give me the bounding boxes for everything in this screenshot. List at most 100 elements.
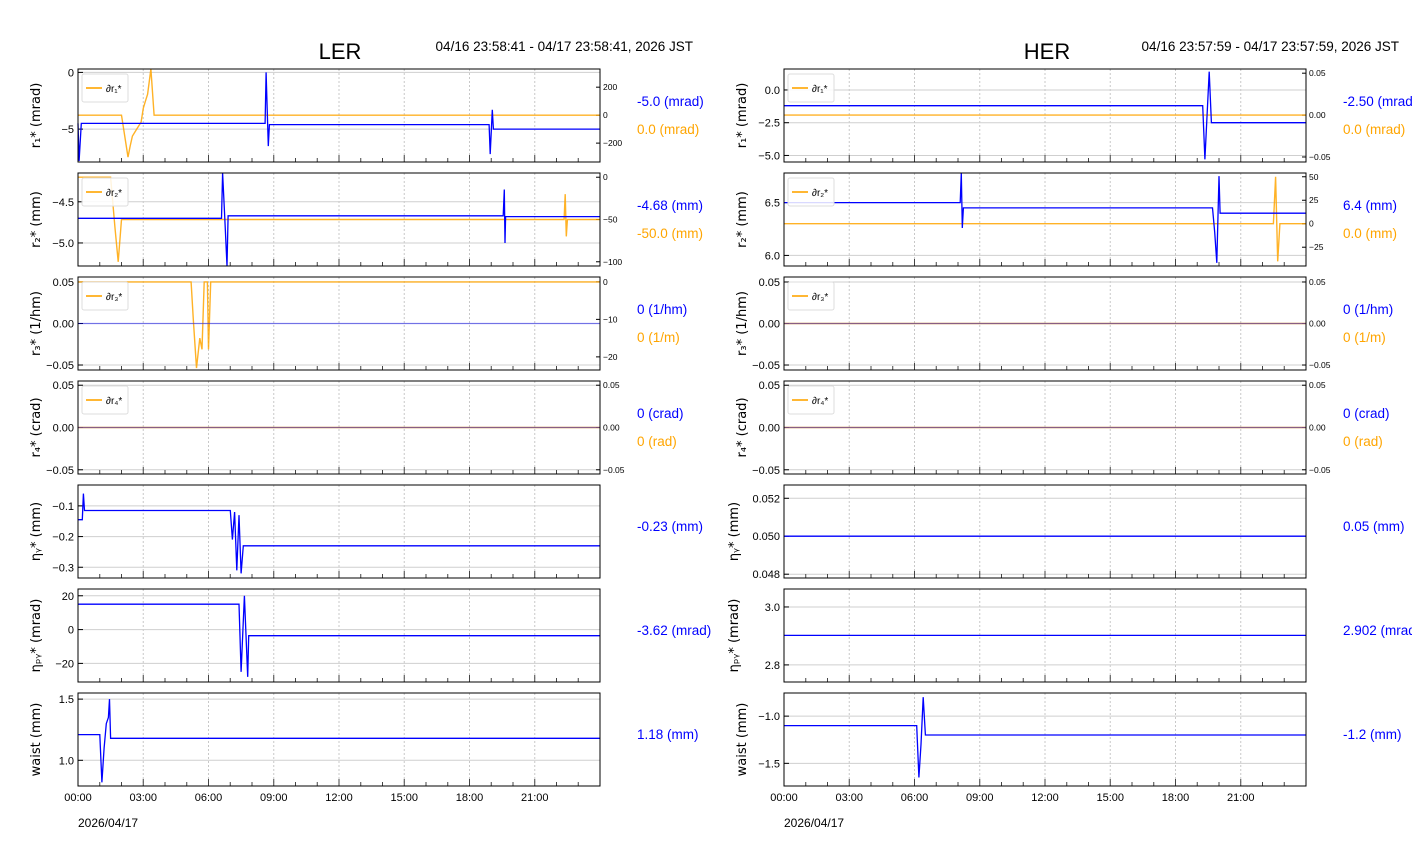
y2-tick-label: −200 xyxy=(603,138,622,148)
y2-tick-label: 0.00 xyxy=(1309,319,1326,329)
y2-tick-label: 0.05 xyxy=(1309,68,1326,78)
x-tick-label: 15:00 xyxy=(1096,792,1124,804)
y-tick-label: −0.05 xyxy=(46,465,74,477)
panel-6: 2.8 3.0 ηₚᵧ* (mrad) 2.902 (mrad) xyxy=(727,588,1412,683)
x-tick-label: 00:00 xyxy=(770,792,798,804)
y2-tick-label: −20 xyxy=(603,352,618,362)
panel-2: −5.0 −4.5 −100 −50 0 ∂r₂* r₂* (mm) -4.68 (mm) -5… xyxy=(29,172,703,267)
y-tick-label: 1.0 xyxy=(59,755,74,767)
x-tick-label: 21:00 xyxy=(521,792,549,804)
y-tick-label: 0.05 xyxy=(759,380,780,392)
current-value-readout: 0 (crad) xyxy=(637,406,684,421)
y2-tick-label: 25 xyxy=(1309,195,1319,205)
panel-5: −0.3 −0.2 −0.1 ηᵧ* (mm) -0.23 (mm) xyxy=(29,484,703,579)
y-axis-label: waist (mm) xyxy=(735,703,750,777)
delta-value-readout: 0.0 (mrad) xyxy=(637,122,699,137)
panel-2: 6.0 6.5 −25 0 25 50 ∂r₂* r₂* (mm) 6.4 (mm) 0.0 (m… xyxy=(735,172,1397,267)
y-axis-label: r₃* (1/hm) xyxy=(29,291,44,356)
legend-label: ∂r₄* xyxy=(106,396,122,407)
y-tick-label: −0.1 xyxy=(52,501,74,513)
y-tick-label: 0.0 xyxy=(765,85,780,97)
legend: ∂r₄* xyxy=(787,385,835,415)
legend: ∂r₄* xyxy=(81,385,129,415)
series-blue-line xyxy=(78,595,600,677)
x-tick-label: 12:00 xyxy=(1031,792,1059,804)
y-tick-label: 1.5 xyxy=(59,694,74,706)
delta-value-readout: -50.0 (mm) xyxy=(637,226,703,241)
current-value-readout: -3.62 (mrad) xyxy=(637,623,711,638)
legend: ∂r₂* xyxy=(787,177,835,207)
ler-figure: LER 04/16 23:58:41 - 04/17 23:58:41, 2026… xyxy=(29,39,711,830)
y2-tick-label: 0.00 xyxy=(603,423,620,433)
delta-value-readout: 0 (1/m) xyxy=(637,330,680,345)
y-tick-label: 3.0 xyxy=(765,602,780,614)
legend: ∂r₃* xyxy=(787,281,835,311)
panel-1: −5.0 −2.5 0.0 −0.05 0.00 0.05 ∂r₁* r₁* (mrad) -2… xyxy=(735,68,1412,163)
y2-tick-label: −100 xyxy=(603,257,622,267)
panel-4: −0.05 0.00 0.05 −0.05 0.00 0.05 ∂r₄* r₄* (crad)… xyxy=(29,380,684,477)
y2-tick-label: −10 xyxy=(603,314,618,324)
panel-4: −0.05 0.00 0.05 −0.05 0.00 0.05 ∂r₄* r₄* (crad)… xyxy=(735,380,1390,477)
y2-tick-label: 0 xyxy=(603,277,608,287)
y2-tick-label: 0.00 xyxy=(1309,110,1326,120)
y2-tick-label: 0.05 xyxy=(603,380,620,390)
delta-value-readout: 0 (rad) xyxy=(637,434,677,449)
y2-tick-label: 0.05 xyxy=(1309,277,1326,287)
y-axis-label: r₁* (mrad) xyxy=(735,83,750,149)
y-tick-label: 0.05 xyxy=(759,277,780,289)
y-tick-label: 0.00 xyxy=(759,319,780,331)
y2-tick-label: 0.05 xyxy=(1309,380,1326,390)
y-axis-label: ηᵧ* (mm) xyxy=(727,502,742,561)
panel-3: −0.05 0.00 0.05 −0.05 0.00 0.05 ∂r₃* r₃* (1/hm)… xyxy=(735,276,1393,372)
panel-7: 1.0 1.5 waist (mm) 1.18 (mm) 00:00 03:00 06:00… xyxy=(29,692,699,830)
her-figure: HER 04/16 23:57:59 - 04/17 23:57:59, 2026… xyxy=(727,39,1412,830)
x-tick-label: 15:00 xyxy=(390,792,418,804)
y-tick-label: 2.8 xyxy=(765,660,780,672)
x-tick-label: 03:00 xyxy=(835,792,863,804)
y-tick-label: 0 xyxy=(68,67,74,79)
panel-7: −1.5 −1.0 waist (mm) -1.2 (mm) 00:00 03:00 06:… xyxy=(735,692,1402,830)
y-tick-label: −20 xyxy=(55,658,74,670)
y-tick-label: −1.0 xyxy=(758,711,780,723)
legend-label: ∂r₃* xyxy=(812,292,828,303)
y2-tick-label: 0 xyxy=(603,172,608,182)
y-axis-label: r₄* (crad) xyxy=(29,397,44,457)
x-tick-label: 00:00 xyxy=(64,792,92,804)
y-tick-label: −0.2 xyxy=(52,532,74,544)
monitor-figure: LER 04/16 23:58:41 - 04/17 23:58:41, 2026… xyxy=(29,39,1412,830)
y-axis-label: r₄* (crad) xyxy=(735,397,750,457)
x-tick-label: 18:00 xyxy=(1162,792,1190,804)
y-tick-label: 6.0 xyxy=(765,250,780,262)
x-tick-label: 03:00 xyxy=(129,792,157,804)
y-tick-label: 0.050 xyxy=(752,531,780,543)
date-label: 2026/04/17 xyxy=(784,816,844,830)
y-tick-label: −5.0 xyxy=(758,150,780,162)
legend-label: ∂r₂* xyxy=(812,188,828,199)
y-tick-label: −4.5 xyxy=(52,197,74,209)
y-tick-label: −5 xyxy=(61,124,74,136)
legend: ∂r₁* xyxy=(787,73,835,103)
y-tick-label: 0.00 xyxy=(53,423,74,435)
current-value-readout: 0 (crad) xyxy=(1343,406,1390,421)
current-value-readout: -1.2 (mm) xyxy=(1343,727,1402,742)
y2-tick-label: −0.05 xyxy=(1309,465,1331,475)
y2-tick-label: −25 xyxy=(1309,242,1324,252)
legend-label: ∂r₂* xyxy=(106,188,122,199)
y-tick-label: 20 xyxy=(62,591,74,603)
y2-tick-label: −0.05 xyxy=(1309,152,1331,162)
y-tick-label: −0.05 xyxy=(46,360,74,372)
delta-value-readout: 0 (1/m) xyxy=(1343,330,1386,345)
x-tick-label: 12:00 xyxy=(325,792,353,804)
x-tick-label: 09:00 xyxy=(966,792,994,804)
legend-label: ∂r₁* xyxy=(812,84,828,95)
time-range-label: 04/16 23:58:41 - 04/17 23:58:41, 2026 JS… xyxy=(436,39,693,54)
y2-tick-label: 0 xyxy=(603,110,608,120)
current-value-readout: 6.4 (mm) xyxy=(1343,198,1397,213)
x-tick-label: 21:00 xyxy=(1227,792,1255,804)
x-tick-label: 09:00 xyxy=(260,792,288,804)
current-value-readout: 0 (1/hm) xyxy=(637,302,687,317)
y-tick-label: −0.3 xyxy=(52,562,74,574)
y-tick-label: −0.05 xyxy=(752,465,780,477)
y-axis-label: r₂* (mm) xyxy=(29,191,44,248)
x-tick-label: 06:00 xyxy=(901,792,929,804)
